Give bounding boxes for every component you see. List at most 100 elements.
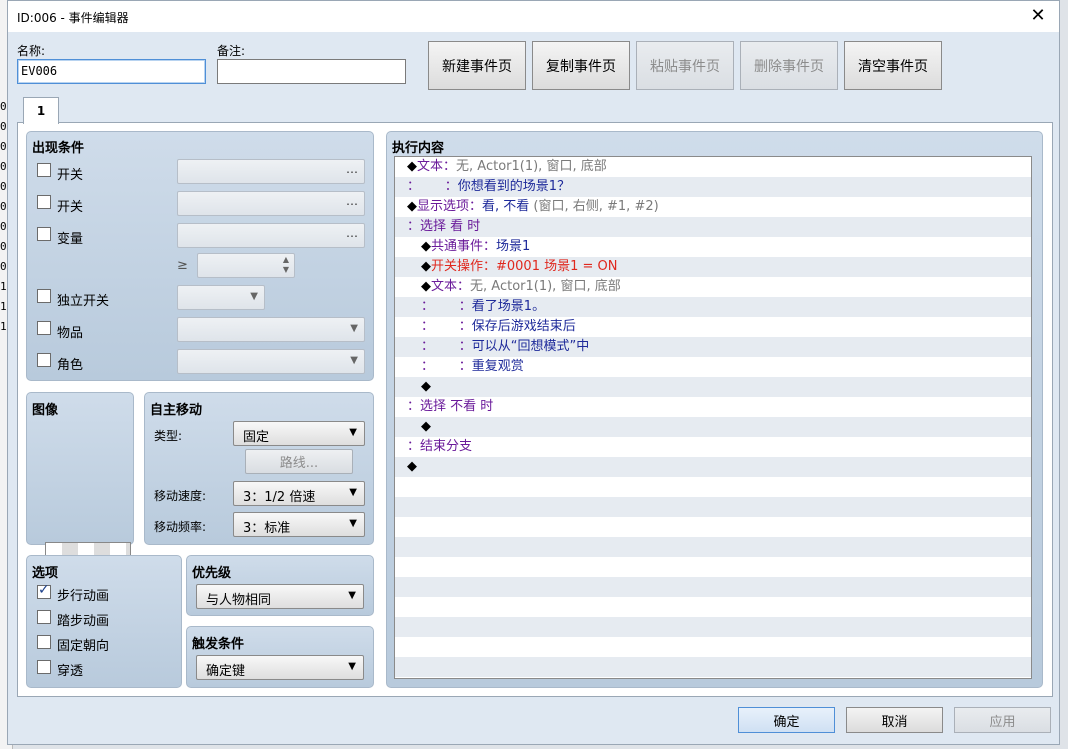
command-diamond-icon: ◆ [421,239,431,254]
contents-line-text: 文本： [417,159,457,174]
item-checkbox[interactable] [37,321,51,335]
contents-line[interactable] [395,577,1031,597]
contents-line[interactable] [395,497,1031,517]
contents-line[interactable] [395,537,1031,557]
priority-combo[interactable]: 与人物相同 ▼ [196,584,364,609]
contents-line[interactable]: ◆共通事件：场景1 [395,237,1031,257]
autonomous-movement-header: 自主移动 [150,403,203,418]
contents-line-text: 结束分支 [420,439,473,454]
contents-line-text: ： ： [421,299,472,314]
command-diamond-icon: ◆ [421,379,431,394]
cancel-button[interactable]: 取消 [846,707,943,733]
contents-list[interactable]: ◆文本：无, Actor1(1), 窗口, 底部： ：你想看到的场景1？ ◆显示选… [394,156,1032,679]
contents-line[interactable] [395,657,1031,677]
contents-line[interactable]: ◆ [395,417,1031,437]
command-diamond-icon: ◆ [407,159,417,174]
route-button[interactable]: 路线... [245,449,353,474]
move-speed-combo[interactable]: 3：1/2 倍速 ▼ [233,481,365,506]
spinner-arrows-icon: ▲ ▼ [282,255,289,274]
direction-fix-label: 固定朝向 [57,639,110,654]
new-page-button[interactable]: 新建事件页 [428,41,526,90]
switch2-checkbox[interactable] [37,195,51,209]
contents-line[interactable]: ：选择 看 时 [395,217,1031,237]
contents-line[interactable]: ◆文本：无, Actor1(1), 窗口, 底部 [395,157,1031,177]
move-frequency-label: 移动频率: [154,520,207,534]
close-icon[interactable]: ✕ [1027,4,1049,28]
variable-checkbox[interactable] [37,227,51,241]
contents-line-text: 无, Actor1(1), 窗口, 底部 [456,159,607,174]
contents-line-text: 选择 看 时 [420,219,481,234]
contents-line-text: 文本： [431,279,471,294]
through-label: 穿透 [57,664,84,679]
contents-line[interactable]: ◆文本：无, Actor1(1), 窗口, 底部 [395,277,1031,297]
contents-line[interactable]: ：结束分支 [395,437,1031,457]
options-header: 选项 [32,566,59,581]
switch1-checkbox[interactable] [37,163,51,177]
clear-page-button[interactable]: 清空事件页 [844,41,942,90]
contents-header: 执行内容 [392,141,445,156]
contents-line[interactable]: ： ：看了场景1。 [395,297,1031,317]
walking-animation-checkbox[interactable] [37,582,51,599]
priority-header: 优先级 [192,566,232,581]
contents-line-text: 看了场景1。 [471,299,546,314]
ellipsis-icon: … [346,194,358,208]
contents-line[interactable]: ： ：你想看到的场景1？ [395,177,1031,197]
contents-line[interactable]: ◆ [395,457,1031,477]
item-combo[interactable]: ▼ [177,317,365,342]
move-frequency-combo[interactable]: 3：标准 ▼ [233,512,365,537]
contents-line-text: 开关操作：#0001 场景1 = ON [431,259,618,274]
command-diamond-icon: ◆ [421,259,431,274]
variable-value-spinner[interactable]: ▲ ▼ [197,253,295,278]
contents-line[interactable]: ： ：保存后游戏结束后 [395,317,1031,337]
contents-line[interactable] [395,597,1031,617]
contents-line-text: ： ： [421,319,472,334]
chevron-down-icon: ▼ [348,590,356,601]
contents-line-text: 选择 不看 时 [420,399,494,414]
delete-page-button[interactable]: 删除事件页 [740,41,838,90]
contents-line-text: 显示选项： [417,199,483,214]
contents-line[interactable] [395,617,1031,637]
ellipsis-icon: … [346,226,358,240]
switch1-field[interactable]: … [177,159,365,184]
through-checkbox[interactable] [37,660,51,674]
contents-line[interactable]: ： ：重复观赏 [395,357,1031,377]
move-type-combo[interactable]: 固定 ▼ [233,421,365,446]
contents-line-text: 可以从“回想模式”中 [471,339,590,354]
variable-field[interactable]: … [177,223,365,248]
contents-line[interactable]: ：选择 不看 时 [395,397,1031,417]
self-switch-checkbox[interactable] [37,289,51,303]
move-speed-value: 3：1/2 倍速 [243,490,316,505]
actor-checkbox[interactable] [37,353,51,367]
note-label: 备注: [217,44,246,58]
chevron-down-icon: ▼ [349,518,357,529]
contents-line[interactable]: ◆显示选项：看, 不看 (窗口, 右侧, #1, #2) [395,197,1031,217]
tab-page-1[interactable]: 1 [23,97,59,124]
stepping-animation-label: 踏步动画 [57,614,110,629]
event-editor-window: ID:006 - 事件编辑器 ✕ 名称: EV006 备注: 新建事件页 复制事… [7,0,1060,745]
contents-line-text: 你想看到的场景1？ [457,179,571,194]
contents-line[interactable] [395,637,1031,657]
paste-page-button[interactable]: 粘贴事件页 [636,41,734,90]
contents-line[interactable]: ◆开关操作：#0001 场景1 = ON [395,257,1031,277]
trigger-combo[interactable]: 确定键 ▼ [196,655,364,680]
trigger-value: 确定键 [206,664,246,679]
contents-line-text: ： ： [421,359,472,374]
note-input[interactable] [217,59,406,84]
switch2-field[interactable]: … [177,191,365,216]
ok-button[interactable]: 确定 [738,707,835,733]
actor-combo[interactable]: ▼ [177,349,365,374]
contents-line[interactable]: ◆ [395,377,1031,397]
contents-line[interactable] [395,477,1031,497]
self-switch-combo[interactable]: ▼ [177,285,265,310]
apply-button[interactable]: 应用 [954,707,1051,733]
command-diamond-icon: ◆ [407,199,417,214]
direction-fix-checkbox[interactable] [37,635,51,649]
contents-line[interactable]: ： ：可以从“回想模式”中 [395,337,1031,357]
stepping-animation-checkbox[interactable] [37,610,51,624]
name-label: 名称: [17,44,46,58]
contents-line[interactable] [395,557,1031,577]
chevron-down-icon: ▼ [349,487,357,498]
name-input[interactable]: EV006 [17,59,206,84]
contents-line[interactable] [395,517,1031,537]
copy-page-button[interactable]: 复制事件页 [532,41,630,90]
